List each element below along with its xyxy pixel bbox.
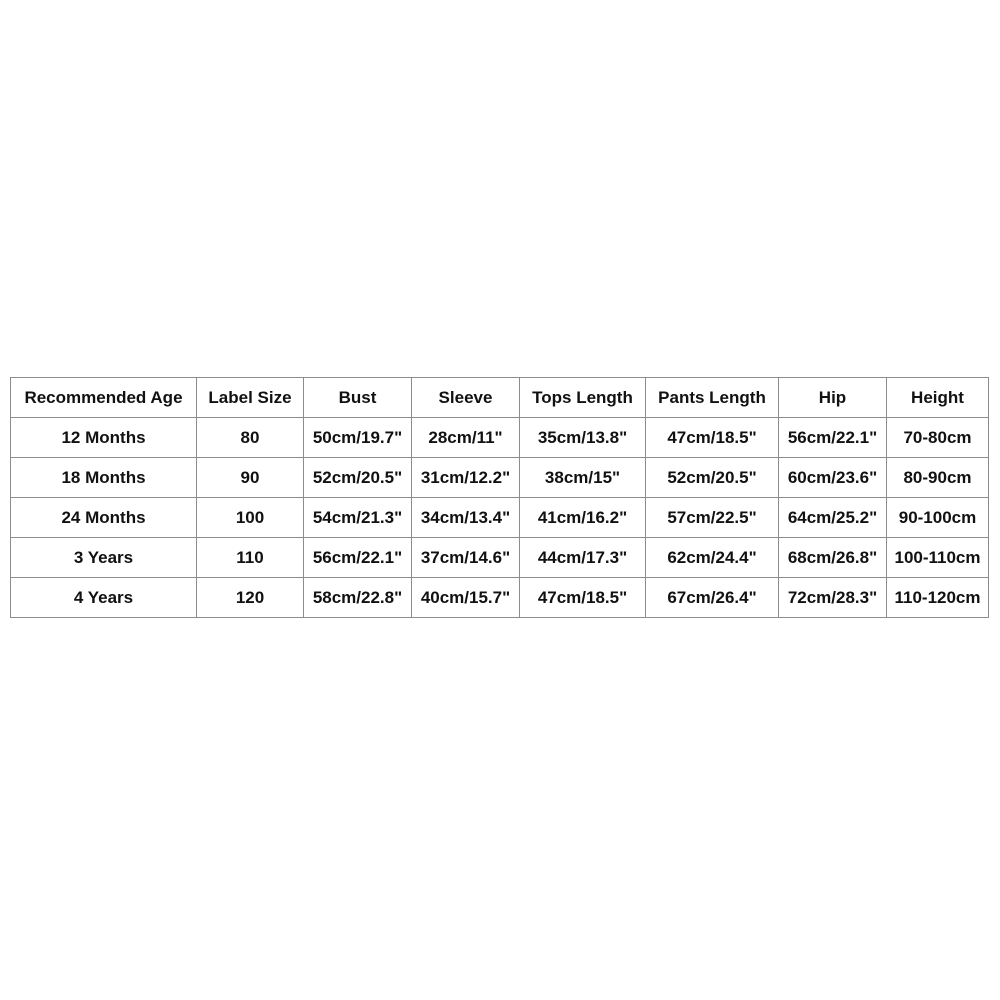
cell-recommended-age: 24 Months <box>10 497 197 538</box>
cell-pants-length: 67cm/26.4" <box>645 577 779 618</box>
cell-height: 110-120cm <box>886 577 989 618</box>
header-bust: Bust <box>303 377 412 418</box>
cell-label-size: 80 <box>196 417 304 458</box>
cell-pants-length: 62cm/24.4" <box>645 537 779 578</box>
header-sleeve: Sleeve <box>411 377 520 418</box>
cell-tops-length: 41cm/16.2" <box>519 497 646 538</box>
cell-recommended-age: 12 Months <box>10 417 197 458</box>
cell-height: 100-110cm <box>886 537 989 578</box>
table-row: 24 Months 100 54cm/21.3" 34cm/13.4" 41cm… <box>10 497 989 538</box>
header-height: Height <box>886 377 989 418</box>
cell-sleeve: 34cm/13.4" <box>411 497 520 538</box>
table-row: 4 Years 120 58cm/22.8" 40cm/15.7" 47cm/1… <box>10 577 989 618</box>
size-chart-table: Recommended Age Label Size Bust Sleeve T… <box>10 377 989 618</box>
cell-label-size: 100 <box>196 497 304 538</box>
cell-sleeve: 37cm/14.6" <box>411 537 520 578</box>
cell-recommended-age: 3 Years <box>10 537 197 578</box>
cell-bust: 50cm/19.7" <box>303 417 412 458</box>
cell-recommended-age: 18 Months <box>10 457 197 498</box>
cell-bust: 58cm/22.8" <box>303 577 412 618</box>
cell-bust: 54cm/21.3" <box>303 497 412 538</box>
table-row: 18 Months 90 52cm/20.5" 31cm/12.2" 38cm/… <box>10 457 989 498</box>
cell-hip: 64cm/25.2" <box>778 497 887 538</box>
header-row: Recommended Age Label Size Bust Sleeve T… <box>10 377 989 418</box>
cell-pants-length: 47cm/18.5" <box>645 417 779 458</box>
table-row: 12 Months 80 50cm/19.7" 28cm/11" 35cm/13… <box>10 417 989 458</box>
cell-recommended-age: 4 Years <box>10 577 197 618</box>
cell-tops-length: 44cm/17.3" <box>519 537 646 578</box>
cell-tops-length: 38cm/15" <box>519 457 646 498</box>
cell-height: 70-80cm <box>886 417 989 458</box>
cell-bust: 56cm/22.1" <box>303 537 412 578</box>
header-recommended-age: Recommended Age <box>10 377 197 418</box>
cell-sleeve: 28cm/11" <box>411 417 520 458</box>
cell-tops-length: 35cm/13.8" <box>519 417 646 458</box>
header-label-size: Label Size <box>196 377 304 418</box>
cell-label-size: 120 <box>196 577 304 618</box>
cell-height: 80-90cm <box>886 457 989 498</box>
cell-label-size: 110 <box>196 537 304 578</box>
table-row: 3 Years 110 56cm/22.1" 37cm/14.6" 44cm/1… <box>10 537 989 578</box>
cell-pants-length: 52cm/20.5" <box>645 457 779 498</box>
cell-label-size: 90 <box>196 457 304 498</box>
cell-tops-length: 47cm/18.5" <box>519 577 646 618</box>
cell-height: 90-100cm <box>886 497 989 538</box>
cell-hip: 56cm/22.1" <box>778 417 887 458</box>
cell-hip: 68cm/26.8" <box>778 537 887 578</box>
cell-sleeve: 40cm/15.7" <box>411 577 520 618</box>
cell-pants-length: 57cm/22.5" <box>645 497 779 538</box>
cell-hip: 60cm/23.6" <box>778 457 887 498</box>
header-tops-length: Tops Length <box>519 377 646 418</box>
cell-hip: 72cm/28.3" <box>778 577 887 618</box>
header-hip: Hip <box>778 377 887 418</box>
header-pants-length: Pants Length <box>645 377 779 418</box>
cell-bust: 52cm/20.5" <box>303 457 412 498</box>
cell-sleeve: 31cm/12.2" <box>411 457 520 498</box>
